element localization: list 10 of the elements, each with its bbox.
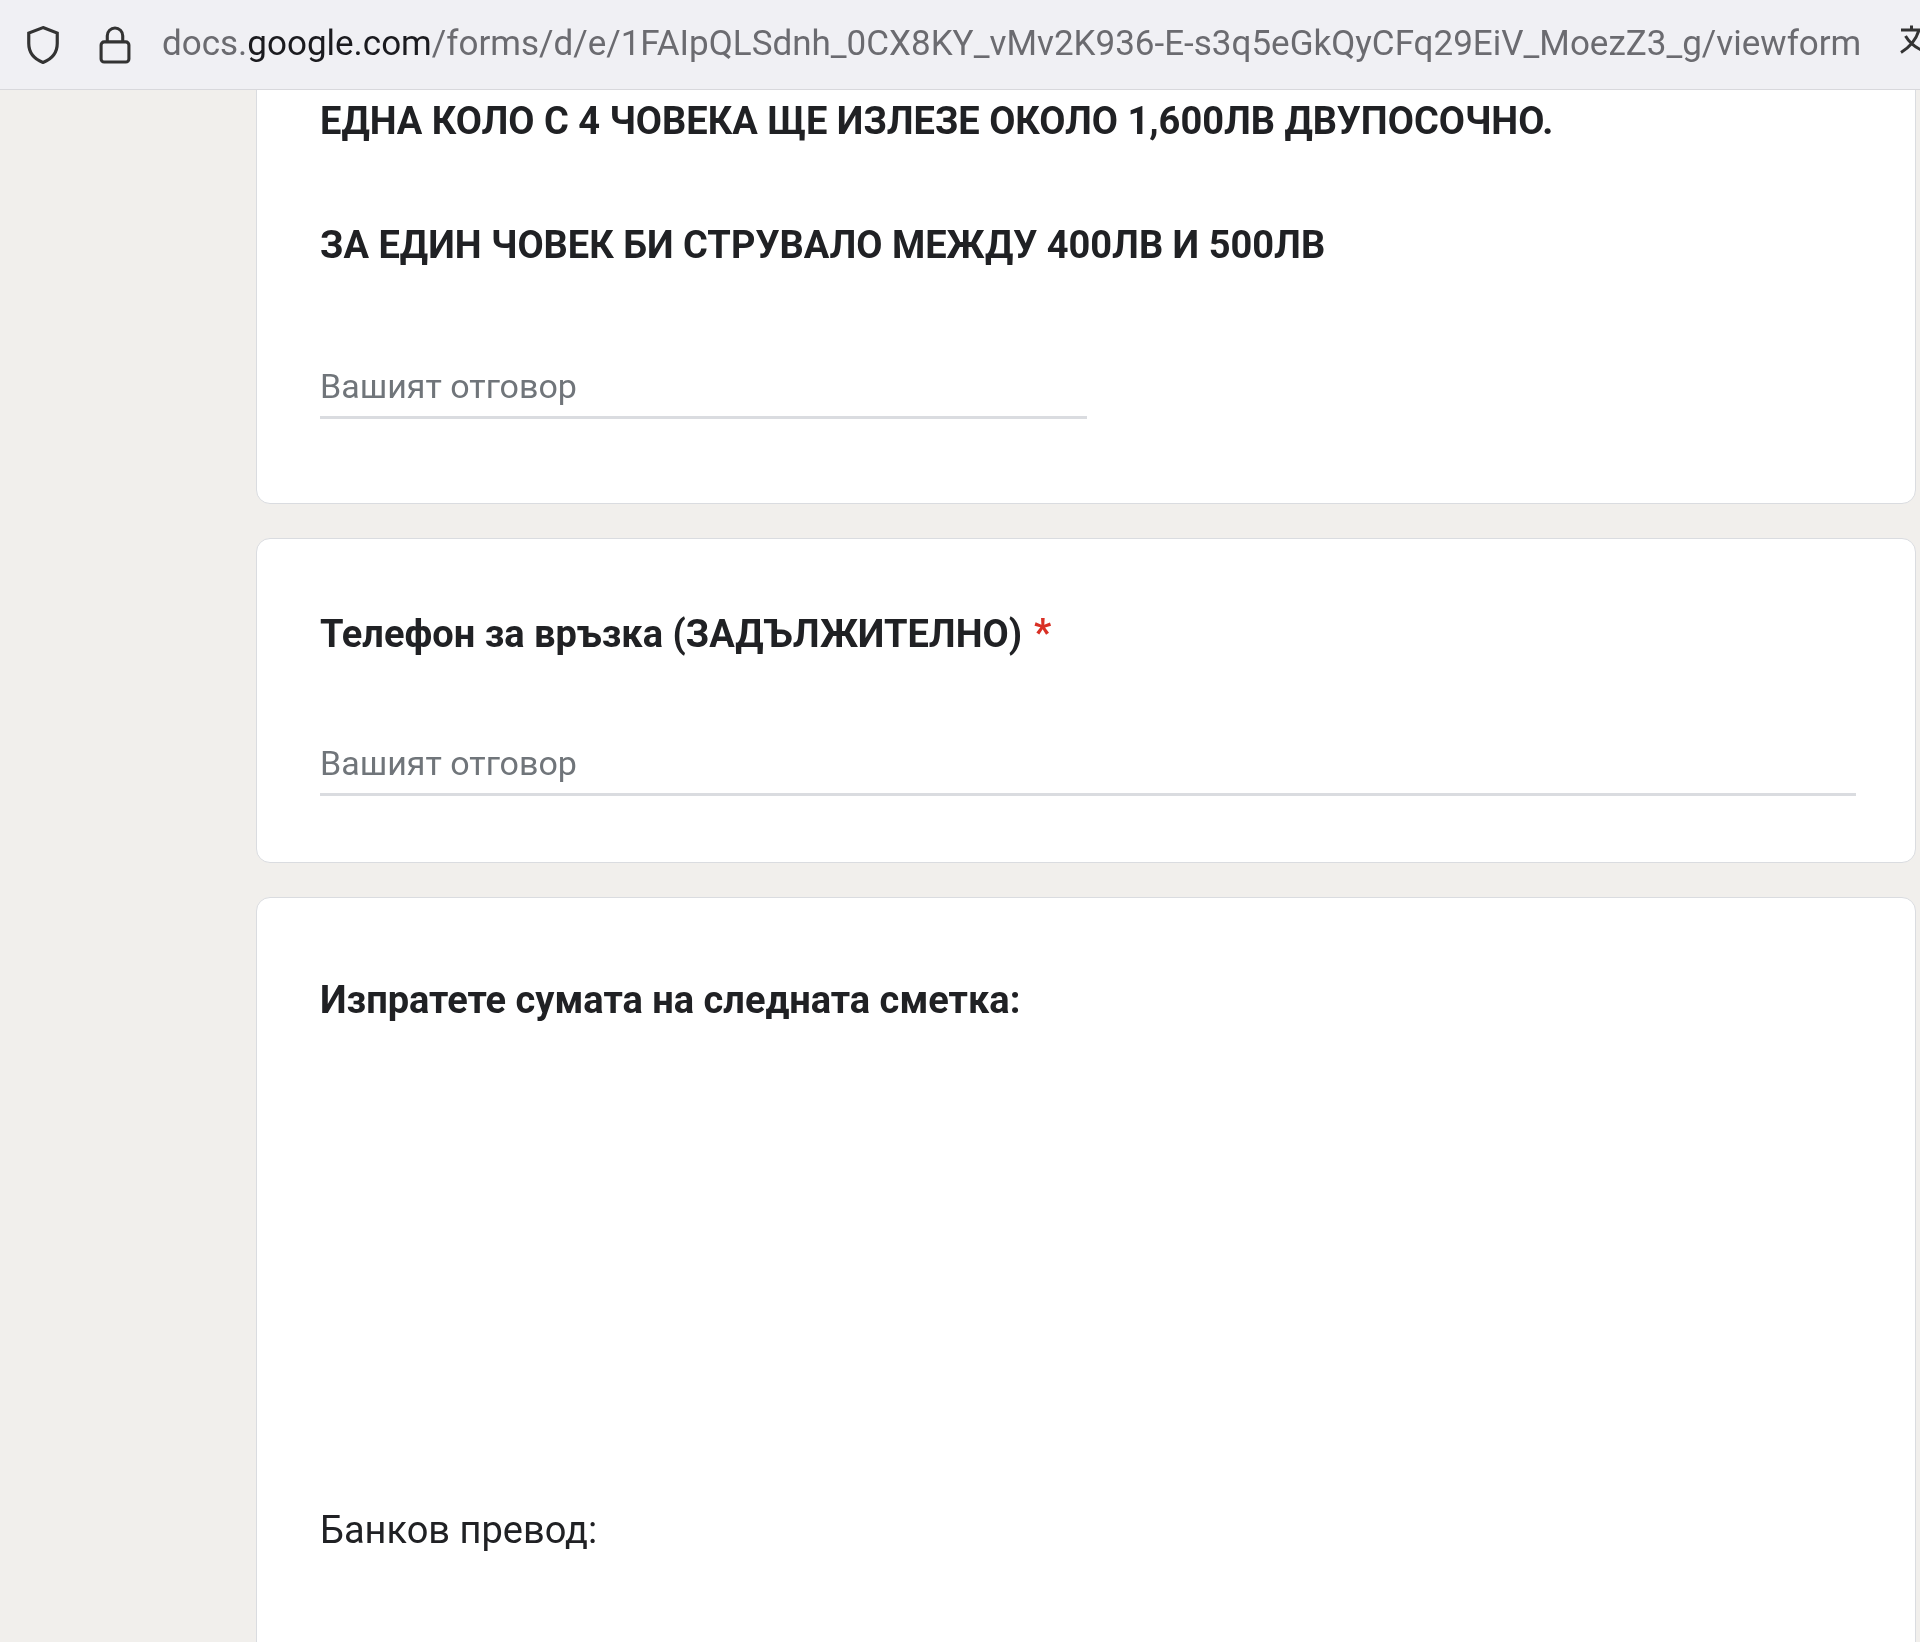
question-title: ЗА ЕДИН ЧОВЕК БИ СТРУВАЛО МЕЖДУ 400ЛВ И 500ЛВ [320, 222, 1327, 269]
shield-icon[interactable] [24, 23, 62, 66]
answer-field[interactable]: Вашият отговор [320, 732, 1856, 796]
section-title: Изпратете сумата на следната сметка: [320, 977, 1022, 1024]
question-title: Телефон за връзка (ЗАДЪЛЖИТЕЛНО) [320, 610, 1023, 658]
required-asterisk: * [1034, 610, 1052, 657]
answer-field[interactable]: Вашият отговор [320, 355, 1087, 419]
question-title: ЕДНА КОЛО С 4 ЧОВЕКА ЩЕ ИЗЛЕЗЕ ОКОЛО 1,600ЛВ ДВУПОСОЧНО. [320, 98, 1555, 145]
url-text[interactable]: docs.google.com/forms/d/e/1FAIpQLSdnh_0CX8KY_vMv2K936-E-s3q5eGkQyCFq29EiV_MoezZ3_g/viewform [162, 18, 1862, 71]
section-text: Банков превод: [320, 1507, 599, 1554]
